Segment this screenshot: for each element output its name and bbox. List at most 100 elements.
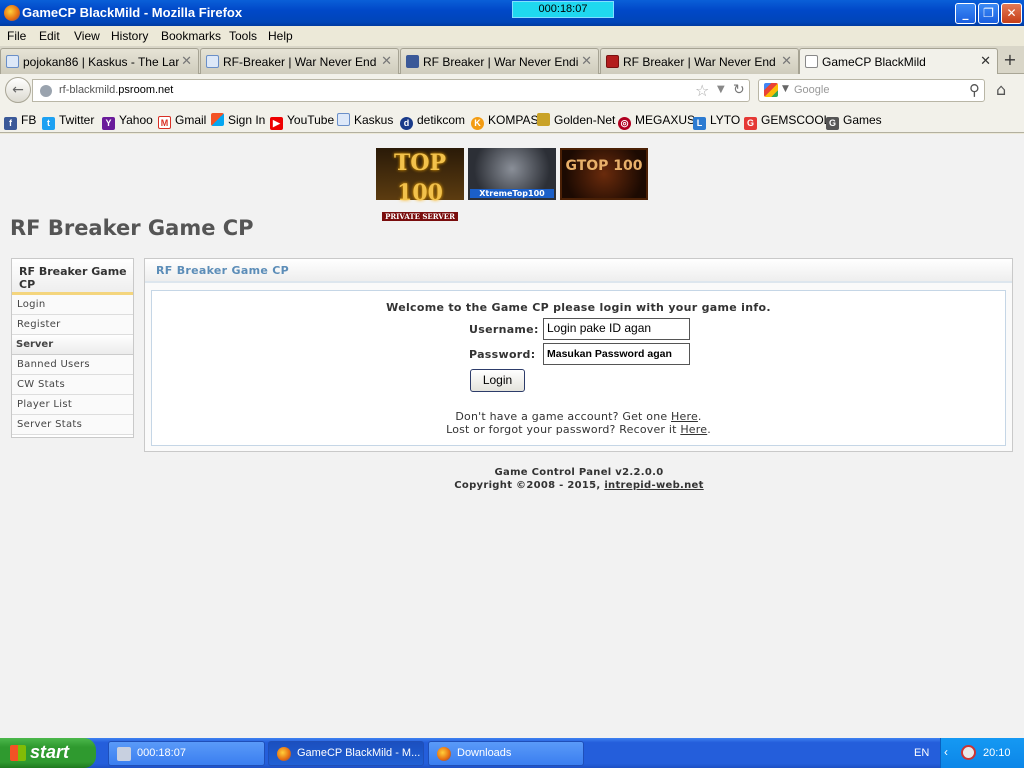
tab-label: pojokan86 | Kaskus - The Larg... bbox=[23, 55, 179, 69]
login-panel: RF Breaker Game CP Welcome to the Game C… bbox=[144, 258, 1013, 452]
bookmark-kompas[interactable]: K KOMPAS bbox=[471, 113, 538, 130]
password-input[interactable]: Masukan Password agan bbox=[543, 343, 690, 365]
minimize-button[interactable]: _ bbox=[955, 3, 976, 24]
blank-page-icon bbox=[805, 55, 818, 68]
tab-label: GameCP BlackMild bbox=[822, 55, 926, 69]
menu-view[interactable]: View bbox=[74, 29, 100, 43]
taskbar-item-firefox[interactable]: GameCP BlackMild - M... bbox=[268, 741, 424, 766]
bookmark-twitter[interactable]: t Twitter bbox=[42, 113, 94, 130]
page-content: TOP 100 PRIVATE SERVER XtremeTop100 GTOP… bbox=[0, 134, 1024, 738]
reload-icon[interactable]: ↻ bbox=[733, 82, 745, 98]
kaskus-icon bbox=[206, 55, 219, 68]
username-input[interactable]: Login pake ID agan bbox=[543, 318, 690, 340]
bookmarks-bar: f FB t Twitter Y Yahoo M Gmail Sign In ▶ YouT… bbox=[0, 107, 1024, 133]
bookmark-youtube[interactable]: ▶ YouTube bbox=[270, 113, 334, 130]
tray-expand-icon[interactable]: ‹ bbox=[944, 745, 948, 759]
sidebar-item-banned-users[interactable]: Banned Users bbox=[12, 355, 133, 375]
sidebar-item-player-list[interactable]: Player List bbox=[12, 395, 133, 415]
taskbar-item-timer[interactable]: 000:18:07 bbox=[108, 741, 265, 766]
top100-banner[interactable]: TOP 100 PRIVATE SERVER bbox=[376, 148, 464, 221]
maximize-button[interactable]: ❐ bbox=[978, 3, 999, 24]
taskbar: start 000:18:07 GameCP BlackMild - M... … bbox=[0, 738, 1024, 768]
kaskus-icon bbox=[337, 113, 350, 126]
detikcom-icon: d bbox=[400, 117, 413, 130]
sidebar-heading: RF Breaker Game CP bbox=[12, 259, 133, 295]
bookmark-star-icon[interactable]: ☆ bbox=[695, 81, 709, 100]
bookmark-golden-net[interactable]: Golden-Net bbox=[537, 113, 615, 127]
start-button[interactable]: start bbox=[0, 738, 96, 768]
new-tab-button[interactable]: + bbox=[999, 50, 1021, 72]
google-icon[interactable] bbox=[764, 83, 778, 97]
sidebar-item-server-stats[interactable]: Server Stats bbox=[12, 415, 133, 435]
taskbar-item-downloads[interactable]: Downloads bbox=[428, 741, 584, 766]
close-button[interactable]: ✕ bbox=[1001, 3, 1022, 24]
language-indicator[interactable]: EN bbox=[914, 747, 929, 759]
sidebar-item-login[interactable]: Login bbox=[12, 295, 133, 315]
menu-history[interactable]: History bbox=[111, 29, 148, 43]
tab-close-icon[interactable]: ✕ bbox=[181, 53, 192, 69]
system-tray: ‹ 20:10 bbox=[940, 738, 1024, 768]
clock[interactable]: 20:10 bbox=[983, 747, 1011, 759]
golden-net-icon bbox=[537, 113, 550, 126]
menu-bookmarks[interactable]: Bookmarks bbox=[161, 29, 221, 43]
xtremetop100-banner[interactable]: XtremeTop100 bbox=[468, 148, 556, 200]
bookmark-detikcom[interactable]: d detikcom bbox=[400, 113, 465, 130]
bookmark-sign-in[interactable]: Sign In bbox=[211, 113, 265, 127]
tab-close-icon[interactable]: ✕ bbox=[381, 53, 392, 69]
back-button[interactable]: ← bbox=[5, 77, 31, 103]
sidebar-item-register[interactable]: Register bbox=[12, 315, 133, 335]
tab-pojokan86[interactable]: pojokan86 | Kaskus - The Larg... ✕ bbox=[0, 48, 199, 74]
tab-gamecp-blackmild[interactable]: GameCP BlackMild ✕ bbox=[799, 48, 998, 75]
tab-label: RF Breaker | War Never Ending bbox=[423, 55, 579, 69]
intrepid-web-link[interactable]: intrepid-web.net bbox=[604, 480, 703, 491]
bookmark-games[interactable]: G Games bbox=[826, 113, 882, 130]
home-icon[interactable]: ⌂ bbox=[996, 80, 1006, 99]
bookmark-kaskus[interactable]: Kaskus bbox=[337, 113, 393, 127]
tab-close-icon[interactable]: ✕ bbox=[980, 53, 991, 69]
bookmark-gemscool[interactable]: G GEMSCOOL bbox=[744, 113, 830, 130]
sidebar-item-cw-stats[interactable]: CW Stats bbox=[12, 375, 133, 395]
games-icon: G bbox=[826, 117, 839, 130]
recover-link[interactable]: Here bbox=[680, 423, 707, 436]
bookmark-lyto[interactable]: L LYTO bbox=[693, 113, 740, 130]
window-title-bar[interactable]: GameCP BlackMild - Mozilla Firefox 000:1… bbox=[0, 0, 1024, 26]
globe-icon bbox=[40, 85, 52, 97]
search-bar[interactable]: ▼ Google ⚲ bbox=[758, 79, 985, 102]
tab-rf-breaker-facebook[interactable]: RF Breaker | War Never Ending ✕ bbox=[400, 48, 599, 74]
login-button[interactable]: Login bbox=[470, 369, 525, 392]
gemscool-icon: G bbox=[744, 117, 757, 130]
tab-bar: pojokan86 | Kaskus - The Larg... ✕ RF-Br… bbox=[0, 46, 1024, 75]
facebook-icon: f bbox=[4, 117, 17, 130]
tray-network-icon[interactable] bbox=[961, 745, 976, 760]
gtop100-banner[interactable]: GTOP 100 bbox=[560, 148, 648, 200]
search-engine-dropdown-icon[interactable]: ▼ bbox=[782, 84, 789, 94]
menu-file[interactable]: File bbox=[7, 29, 26, 43]
lyto-icon: L bbox=[693, 117, 706, 130]
bookmark-gmail[interactable]: M Gmail bbox=[158, 113, 206, 129]
tab-rf-breaker[interactable]: RF Breaker | War Never End ✕ bbox=[600, 48, 799, 74]
url-dropdown-icon[interactable]: ▼ bbox=[717, 84, 725, 95]
firefox-icon bbox=[437, 747, 451, 761]
tab-close-icon[interactable]: ✕ bbox=[781, 53, 792, 69]
tab-close-icon[interactable]: ✕ bbox=[581, 53, 592, 69]
menu-help[interactable]: Help bbox=[268, 29, 293, 43]
kompas-icon: K bbox=[471, 117, 484, 130]
menu-tools[interactable]: Tools bbox=[229, 29, 257, 43]
bookmark-megaxus[interactable]: ◎ MEGAXUS bbox=[618, 113, 695, 130]
facebook-icon bbox=[406, 55, 419, 68]
panel-heading: RF Breaker Game CP bbox=[145, 259, 1012, 283]
footer-copyright: Copyright ©2008 - 2015, intrepid-web.net bbox=[454, 480, 704, 491]
register-link[interactable]: Here bbox=[671, 410, 698, 423]
url-bar[interactable]: rf-blackmild.psroom.net ☆ ▼ ↻ bbox=[32, 79, 750, 102]
bookmark-fb[interactable]: f FB bbox=[4, 113, 36, 130]
tab-label: RF-Breaker | War Never End | ... bbox=[223, 55, 379, 69]
lost-password-text: Lost or forgot your password? Recover it… bbox=[446, 423, 711, 436]
username-label: Username: bbox=[469, 323, 539, 336]
bookmark-yahoo[interactable]: Y Yahoo bbox=[102, 113, 153, 130]
menu-bar: File Edit View History Bookmarks Tools H… bbox=[0, 26, 1024, 46]
tab-rf-breaker-kaskus[interactable]: RF-Breaker | War Never End | ... ✕ bbox=[200, 48, 399, 74]
url-text[interactable]: rf-blackmild.psroom.net bbox=[59, 84, 173, 96]
search-placeholder: Google bbox=[794, 84, 830, 96]
menu-edit[interactable]: Edit bbox=[39, 29, 60, 43]
search-icon[interactable]: ⚲ bbox=[969, 81, 980, 99]
